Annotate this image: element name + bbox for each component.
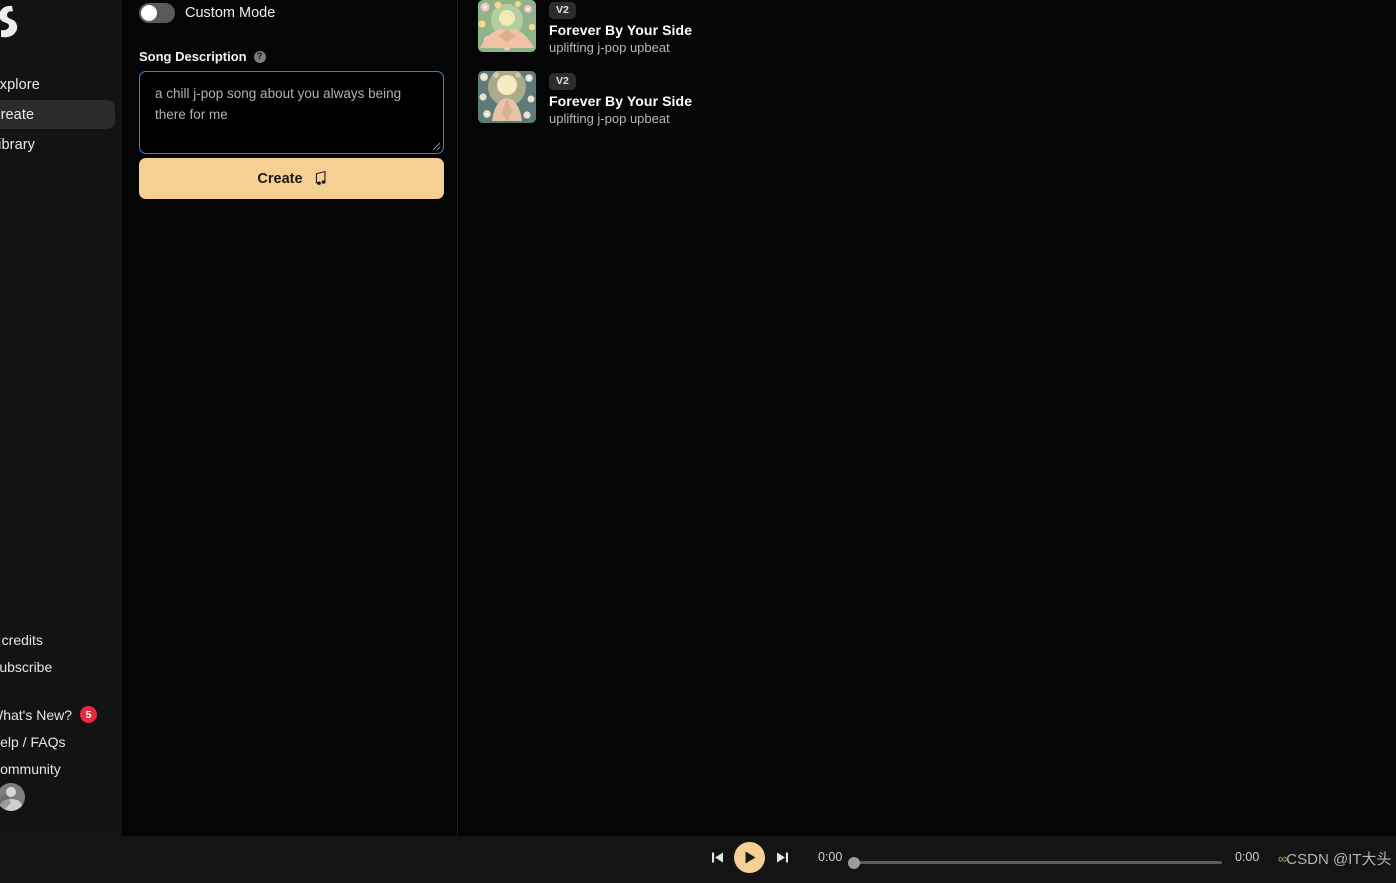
suno-create-page: Explore Create Library 0 credits Subscri… bbox=[0, 0, 1396, 883]
avatar[interactable] bbox=[0, 783, 25, 811]
subscribe-label: Subscribe bbox=[0, 658, 53, 675]
song-title[interactable]: Forever By Your Side bbox=[549, 93, 692, 109]
sidebar-item-help-faqs[interactable]: Help / FAQs bbox=[0, 728, 122, 755]
song-subtitle: uplifting j-pop upbeat bbox=[549, 110, 670, 126]
total-time: 0:00 bbox=[1235, 850, 1260, 864]
whats-new-badge: 5 bbox=[80, 706, 98, 723]
create-button[interactable]: Create bbox=[139, 158, 444, 199]
list-item[interactable]: V2 Forever By Your Side uplifting j-pop … bbox=[478, 71, 692, 126]
song-title[interactable]: Forever By Your Side bbox=[549, 22, 692, 38]
sidebar-item-label: Help / FAQs bbox=[0, 733, 66, 750]
seek-bar[interactable] bbox=[848, 856, 1222, 869]
watermark-text: CSDN @IT大头 bbox=[1286, 851, 1392, 868]
sidebar-item-explore[interactable]: Explore bbox=[0, 70, 122, 99]
song-description-value: a chill j-pop song about you always bein… bbox=[155, 86, 405, 122]
skip-previous-icon[interactable] bbox=[704, 845, 730, 871]
seek-handle[interactable] bbox=[848, 856, 860, 869]
sidebar-item-label: Create bbox=[0, 106, 35, 123]
resize-handle-icon[interactable] bbox=[429, 139, 441, 151]
play-icon[interactable] bbox=[734, 842, 765, 873]
watermark-infinity-icon: ∞ bbox=[1278, 851, 1287, 866]
custom-mode-toggle[interactable] bbox=[139, 3, 175, 23]
album-art-floral-glow[interactable] bbox=[478, 71, 536, 123]
song-subtitle: uplifting j-pop upbeat bbox=[549, 39, 670, 55]
song-list: V2 Forever By Your Side uplifting j-pop … bbox=[459, 0, 1396, 836]
song-meta: V2 Forever By Your Side uplifting j-pop … bbox=[549, 71, 692, 126]
credits-label: 0 credits bbox=[0, 631, 43, 648]
sidebar-item-create[interactable]: Create bbox=[0, 100, 115, 129]
skip-next-icon[interactable] bbox=[769, 845, 795, 871]
custom-mode-label: Custom Mode bbox=[185, 5, 276, 21]
music-note-icon bbox=[312, 171, 326, 186]
csdn-watermark: ∞ CSDN @IT大头 bbox=[1278, 848, 1392, 869]
sidebar-item-label: What's New? bbox=[0, 706, 73, 723]
toggle-knob-icon bbox=[141, 5, 157, 21]
version-badge: V2 bbox=[549, 72, 576, 90]
sidebar-footer-nav: What's New? 5 Help / FAQs Community bbox=[0, 701, 122, 782]
version-badge: V2 bbox=[549, 1, 576, 19]
sidebar-item-label: Community bbox=[0, 760, 61, 777]
sidebar: Explore Create Library 0 credits Subscri… bbox=[0, 0, 122, 836]
create-button-label: Create bbox=[257, 170, 303, 187]
album-art-floral-hands[interactable] bbox=[478, 0, 536, 52]
sidebar-item-label: Library bbox=[0, 136, 36, 153]
song-meta: V2 Forever By Your Side uplifting j-pop … bbox=[549, 0, 692, 55]
sidebar-nav: Explore Create Library bbox=[0, 70, 122, 160]
sidebar-item-label: Explore bbox=[0, 76, 40, 93]
question-mark-icon[interactable]: ? bbox=[253, 50, 266, 63]
player-bar: 0:00 0:00 ∞ CSDN @IT大头 bbox=[0, 836, 1396, 883]
sidebar-item-library[interactable]: Library bbox=[0, 130, 122, 159]
sidebar-item-whats-new[interactable]: What's New? 5 bbox=[0, 701, 122, 728]
sidebar-item-community[interactable]: Community bbox=[0, 755, 122, 782]
player-controls bbox=[704, 842, 795, 873]
custom-mode-row: Custom Mode bbox=[139, 3, 275, 23]
song-description-input[interactable]: a chill j-pop song about you always bein… bbox=[139, 71, 444, 154]
song-description-label-row: Song Description ? bbox=[139, 49, 266, 64]
current-time: 0:00 bbox=[818, 850, 843, 864]
credits-count: 0 credits bbox=[0, 626, 122, 653]
suno-logo-icon[interactable] bbox=[0, 2, 32, 42]
create-panel: Custom Mode Song Description ? a chill j… bbox=[123, 0, 458, 836]
list-item[interactable]: V2 Forever By Your Side uplifting j-pop … bbox=[478, 0, 692, 55]
subscribe-link[interactable]: Subscribe bbox=[0, 653, 122, 680]
song-description-label: Song Description bbox=[139, 49, 247, 64]
credits-block: 0 credits Subscribe bbox=[0, 626, 122, 680]
